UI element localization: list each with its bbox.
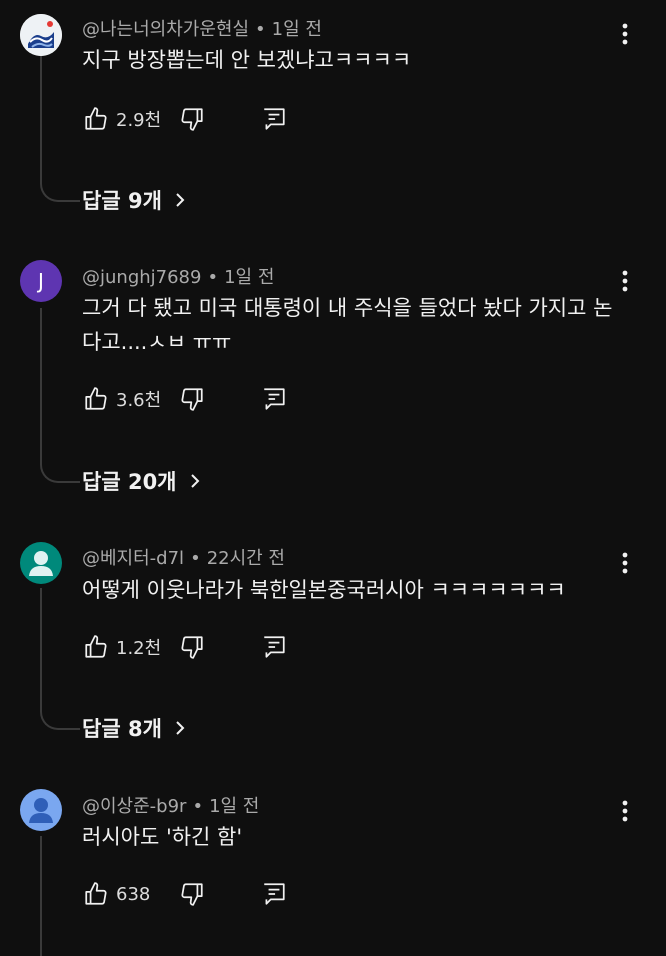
like-count: 638 [116,883,151,905]
dislike-button[interactable] [178,880,206,908]
replies-label: 답글 9개 [82,189,162,213]
like-button[interactable] [82,385,110,413]
default-user-icon [29,798,53,823]
comment-actions: 2.9천 [82,104,288,134]
thumbs-up-icon [85,107,107,130]
reply-button[interactable] [260,105,288,133]
view-replies-button[interactable]: 답글 9개 [82,185,186,215]
thumbs-up-icon [85,882,107,905]
more-vert-icon [622,800,628,822]
comment-author[interactable]: @나는너의차가운현실 [82,19,249,40]
thread-line [40,56,80,202]
reply-button[interactable] [260,385,288,413]
more-vert-icon [622,23,628,45]
comment-text: 그거 다 됐고 미국 대통령이 내 주식을 들었다 놨다 가지고 논다고....… [82,296,613,354]
thumbs-up-icon [85,387,107,410]
dislike-button[interactable] [178,385,206,413]
like-count: 3.6천 [116,390,162,411]
separator-dot: • [207,267,219,288]
like-count: 2.9천 [116,110,162,131]
avatar[interactable]: J [20,260,62,302]
dislike-button[interactable] [178,105,206,133]
comment-text: 어떻게 이웃나라가 북한일본중국러시아 ㅋㅋㅋㅋㅋㅋㅋ [82,578,566,602]
thumbs-down-icon [181,636,203,659]
avatar[interactable] [20,542,62,584]
reply-comment-icon [264,108,285,130]
reply-comment-icon [264,388,285,410]
comment-meta: @베지터-d7l • 22시간 전 [82,544,285,570]
dislike-button[interactable] [178,633,206,661]
like-button[interactable] [82,633,110,661]
comment-time[interactable]: 1일 전 [224,267,274,288]
avatar-letter: J [38,269,44,293]
comment-time[interactable]: 22시간 전 [207,548,285,569]
comment-text: 지구 방장뽑는데 안 보겠냐고ㅋㅋㅋㅋ [82,48,412,72]
more-options-button[interactable] [614,797,636,825]
more-options-button[interactable] [614,267,636,295]
like-count: 1.2천 [116,638,162,659]
chevron-right-icon [174,191,186,209]
like-button[interactable] [82,105,110,133]
default-user-icon [29,551,53,576]
more-vert-icon [622,552,628,574]
separator-dot: • [190,548,201,569]
reply-button[interactable] [260,880,288,908]
comment-time[interactable]: 1일 전 [209,796,259,817]
chevron-right-icon [189,472,201,490]
comment-text: 러시아도 '하긴 함' [82,825,243,849]
comment-meta: @junghj7689 • 1일 전 [82,263,274,289]
reply-button[interactable] [260,633,288,661]
reply-comment-icon [264,636,285,658]
comment-actions: 3.6천 [82,384,288,414]
thread-line [40,588,80,730]
thumbs-down-icon [181,388,203,411]
separator-dot: • [192,796,204,817]
chevron-right-icon [174,719,186,737]
avatar[interactable] [20,14,62,56]
thumbs-down-icon [181,108,203,131]
avatar[interactable] [20,789,62,831]
thread-line [40,836,80,956]
replies-label: 답글 20개 [82,470,177,494]
view-replies-button[interactable]: 답글 8개 [82,713,186,743]
more-options-button[interactable] [614,20,636,48]
comment-meta: @나는너의차가운현실 • 1일 전 [82,15,322,41]
more-options-button[interactable] [614,549,636,577]
thumbs-down-icon [181,883,203,906]
wave-logo-icon [20,14,62,56]
comment-actions: 638 [82,879,288,909]
replies-label: 답글 8개 [82,717,162,741]
comment-actions: 1.2천 [82,632,288,662]
comment-author[interactable]: @베지터-d7l [82,548,184,569]
reply-comment-icon [264,883,285,905]
thumbs-up-icon [85,635,107,658]
more-vert-icon [622,270,628,292]
comment-author[interactable]: @이상준-b9r [82,796,186,817]
comment-time[interactable]: 1일 전 [272,19,322,40]
comment-meta: @이상준-b9r • 1일 전 [82,792,259,818]
separator-dot: • [255,19,266,40]
like-button[interactable] [82,880,110,908]
view-replies-button[interactable]: 답글 20개 [82,466,201,496]
comment-author[interactable]: @junghj7689 [82,267,201,288]
thread-line [40,308,80,483]
